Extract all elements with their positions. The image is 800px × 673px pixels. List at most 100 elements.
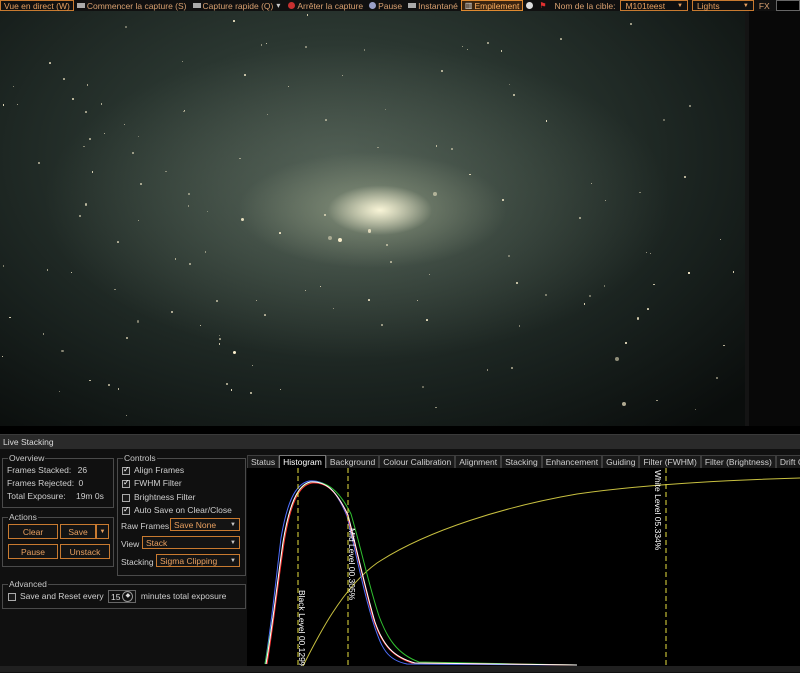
star (13, 85, 15, 87)
star (716, 377, 719, 380)
frames-stacked-row: Frames Stacked: 26 (7, 465, 87, 475)
stepper-icon[interactable]: ◆ (122, 591, 134, 602)
tab-histogram[interactable]: Histogram (279, 455, 326, 468)
tab-filter-brightness[interactable]: Filter (Brightness) (700, 455, 776, 468)
pause-button[interactable]: Pause (366, 0, 405, 11)
star (9, 317, 11, 319)
quick-capture-button[interactable]: Capture rapide (Q) ▾ (190, 0, 286, 11)
star (719, 238, 721, 240)
save-reset-checkbox[interactable] (8, 592, 16, 601)
stop-capture-button[interactable]: Arrêter la capture (285, 0, 366, 11)
start-capture-button[interactable]: Commencer la capture (S) (74, 0, 190, 11)
histogram-luminance (265, 481, 578, 666)
camera-icon (76, 3, 85, 8)
star (136, 320, 139, 323)
chevron-down-icon[interactable]: ▾ (276, 1, 280, 10)
star (511, 366, 514, 369)
flame-button[interactable]: ⚑ (536, 0, 551, 11)
star (79, 214, 82, 217)
star (625, 342, 627, 344)
fwhm-filter-label: FWHM Filter (134, 478, 182, 488)
tab-filter-fwhm[interactable]: Filter (FWHM) (639, 455, 701, 468)
raw-frames-select[interactable]: Save None ▼ (170, 518, 240, 531)
tab-enhancement[interactable]: Enhancement (541, 455, 603, 468)
star (2, 356, 4, 358)
star (656, 399, 659, 402)
star (583, 303, 585, 305)
star (688, 104, 691, 107)
star (468, 173, 471, 176)
view-value: Stack (146, 537, 168, 548)
star (604, 199, 606, 202)
star (433, 191, 438, 196)
target-name-select[interactable]: M101teest ▼ (620, 0, 688, 11)
save-options-dropdown[interactable]: ▼ (96, 524, 109, 539)
star (417, 300, 419, 302)
brightness-filter-label: Brightness Filter (134, 492, 196, 502)
star (381, 324, 384, 326)
brightness-filter-checkbox[interactable]: Brightness Filter (122, 492, 195, 502)
tab-guiding[interactable]: Guiding (602, 455, 640, 468)
star (486, 42, 489, 45)
advanced-group: Advanced Save and Reset every 15 ◆ minut… (2, 579, 246, 609)
unstack-button[interactable]: Unstack (60, 544, 110, 559)
star (368, 299, 370, 301)
fx-input[interactable] (775, 0, 800, 11)
star (70, 272, 72, 274)
star (645, 251, 648, 254)
actions-group: Actions Clear Save ▼ Pause Unstack (2, 512, 114, 567)
advanced-legend: Advanced (8, 579, 48, 589)
view-select[interactable]: Stack ▼ (142, 536, 240, 549)
tab-drift-g[interactable]: Drift G (775, 455, 800, 468)
star (325, 119, 327, 121)
tab-status[interactable]: Status (247, 455, 280, 468)
live-view-button[interactable]: Vue en direct (W) (0, 0, 74, 11)
star (614, 356, 619, 361)
live-stacking-panel: Live Stacking Overview Frames Stacked: 2… (0, 434, 800, 673)
star (183, 110, 185, 113)
fwhm-filter-checkbox[interactable]: FWHM Filter (122, 478, 182, 488)
align-frames-checkbox[interactable]: Align Frames (122, 465, 184, 475)
histogram-red (266, 482, 578, 666)
stacking-button[interactable]: ▥ Empilement (460, 0, 524, 11)
star (83, 145, 85, 147)
star (287, 86, 289, 88)
histogram-view[interactable]: Black Level 00.129% Mid Level 00.305% Wh… (247, 468, 800, 670)
checkbox-checked-icon (122, 505, 130, 515)
star (732, 271, 735, 274)
tab-colour-calibration[interactable]: Colour Calibration (379, 455, 456, 468)
tab-background[interactable]: Background (325, 455, 380, 468)
save-button[interactable]: Save (60, 524, 96, 539)
histogram-green (264, 481, 578, 666)
frame-type-select[interactable]: Lights ▼ (691, 0, 754, 11)
star (17, 103, 19, 105)
star (174, 258, 177, 260)
fx-label: FX (758, 0, 770, 11)
snapshot-button[interactable]: Instantané (405, 0, 461, 11)
total-exposure-row: Total Exposure: 19m 0s (7, 491, 104, 501)
tab-stacking[interactable]: Stacking (501, 455, 542, 468)
star (560, 38, 562, 40)
stacking-method-select[interactable]: Sigma Clipping ▼ (156, 554, 240, 567)
stacking-tabs: Status Histogram Background Colour Calibrat… (247, 455, 800, 468)
settings-dot-button[interactable] (523, 0, 536, 11)
align-frames-label: Align Frames (134, 465, 185, 475)
star (84, 203, 88, 206)
chevron-down-icon: ▼ (676, 2, 683, 9)
minutes-label: minutes total exposure (140, 590, 227, 601)
tab-alignment[interactable]: Alignment (455, 455, 502, 468)
stacked-image-view[interactable] (0, 11, 745, 426)
minutes-stepper[interactable]: 15 ◆ (108, 590, 137, 603)
star (49, 62, 51, 64)
star (621, 402, 627, 407)
star (508, 83, 510, 85)
auto-save-checkbox[interactable]: Auto Save on Clear/Close (122, 505, 232, 515)
star (240, 218, 245, 222)
star (260, 44, 263, 46)
star (518, 324, 521, 327)
star (508, 254, 511, 257)
clear-button[interactable]: Clear (8, 524, 58, 539)
pause-stacking-button[interactable]: Pause (8, 544, 58, 559)
black-level-label: Black Level 00.129% (297, 590, 307, 668)
star (723, 344, 725, 347)
